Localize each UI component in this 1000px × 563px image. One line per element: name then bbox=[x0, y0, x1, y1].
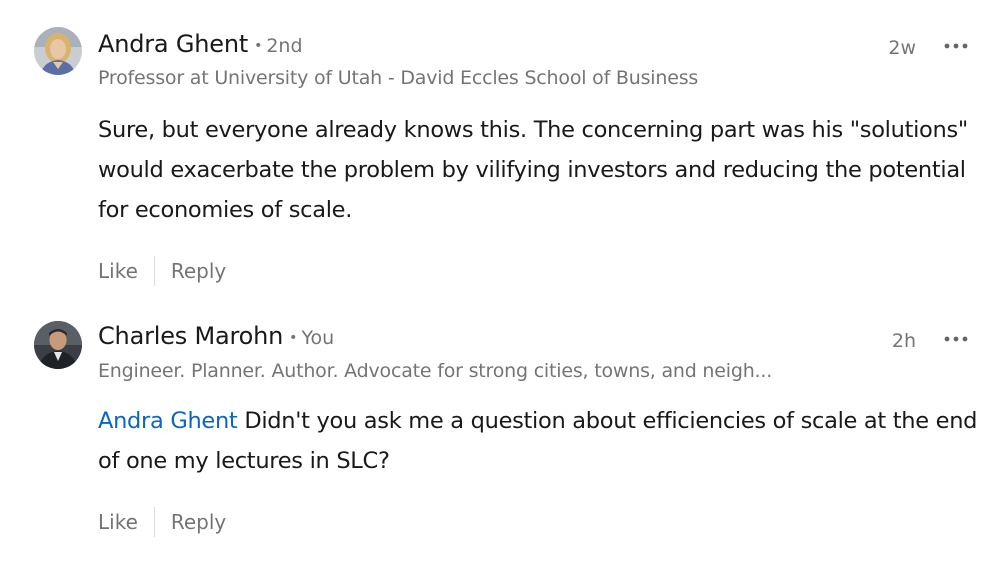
connection-degree-label: You bbox=[301, 327, 335, 349]
connection-degree: • 2nd bbox=[254, 35, 303, 57]
more-options-button[interactable] bbox=[942, 329, 970, 349]
avatar-charles-marohn[interactable] bbox=[34, 321, 82, 369]
action-divider bbox=[153, 256, 155, 286]
more-options-button[interactable] bbox=[942, 36, 970, 56]
reply-button[interactable]: Reply bbox=[171, 259, 226, 283]
connection-degree-label: 2nd bbox=[266, 35, 303, 57]
more-horizontal-icon bbox=[944, 43, 968, 49]
author-headline: Engineer. Planner. Author. Advocate for … bbox=[98, 360, 773, 382]
like-button[interactable]: Like bbox=[98, 510, 138, 534]
comment-timestamp: 2h bbox=[891, 330, 916, 352]
mention-link[interactable]: Andra Ghent bbox=[98, 408, 238, 434]
author-line: Charles Marohn • You bbox=[98, 322, 334, 350]
comment-body: Andra Ghent Didn't you ask me a question… bbox=[98, 401, 978, 481]
reply-button[interactable]: Reply bbox=[171, 510, 226, 534]
comment-timestamp: 2w bbox=[888, 37, 916, 59]
comment-item: Charles Marohn • You Engineer. Planner. Au… bbox=[0, 295, 1000, 563]
connection-degree: • You bbox=[289, 327, 335, 349]
action-divider bbox=[153, 507, 155, 537]
more-horizontal-icon bbox=[944, 336, 968, 342]
author-line: Andra Ghent • 2nd bbox=[98, 30, 303, 58]
author-name[interactable]: Andra Ghent bbox=[98, 30, 248, 58]
avatar-andra-ghent[interactable] bbox=[34, 27, 82, 75]
comment-actions: Like Reply bbox=[98, 507, 226, 537]
comment-item: Andra Ghent • 2nd Professor at University … bbox=[0, 0, 1000, 290]
author-name[interactable]: Charles Marohn bbox=[98, 322, 283, 350]
comment-actions: Like Reply bbox=[98, 256, 226, 286]
author-headline: Professor at University of Utah - David … bbox=[98, 67, 699, 89]
like-button[interactable]: Like bbox=[98, 259, 138, 283]
comment-body: Sure, but everyone already knows this. T… bbox=[98, 117, 968, 223]
